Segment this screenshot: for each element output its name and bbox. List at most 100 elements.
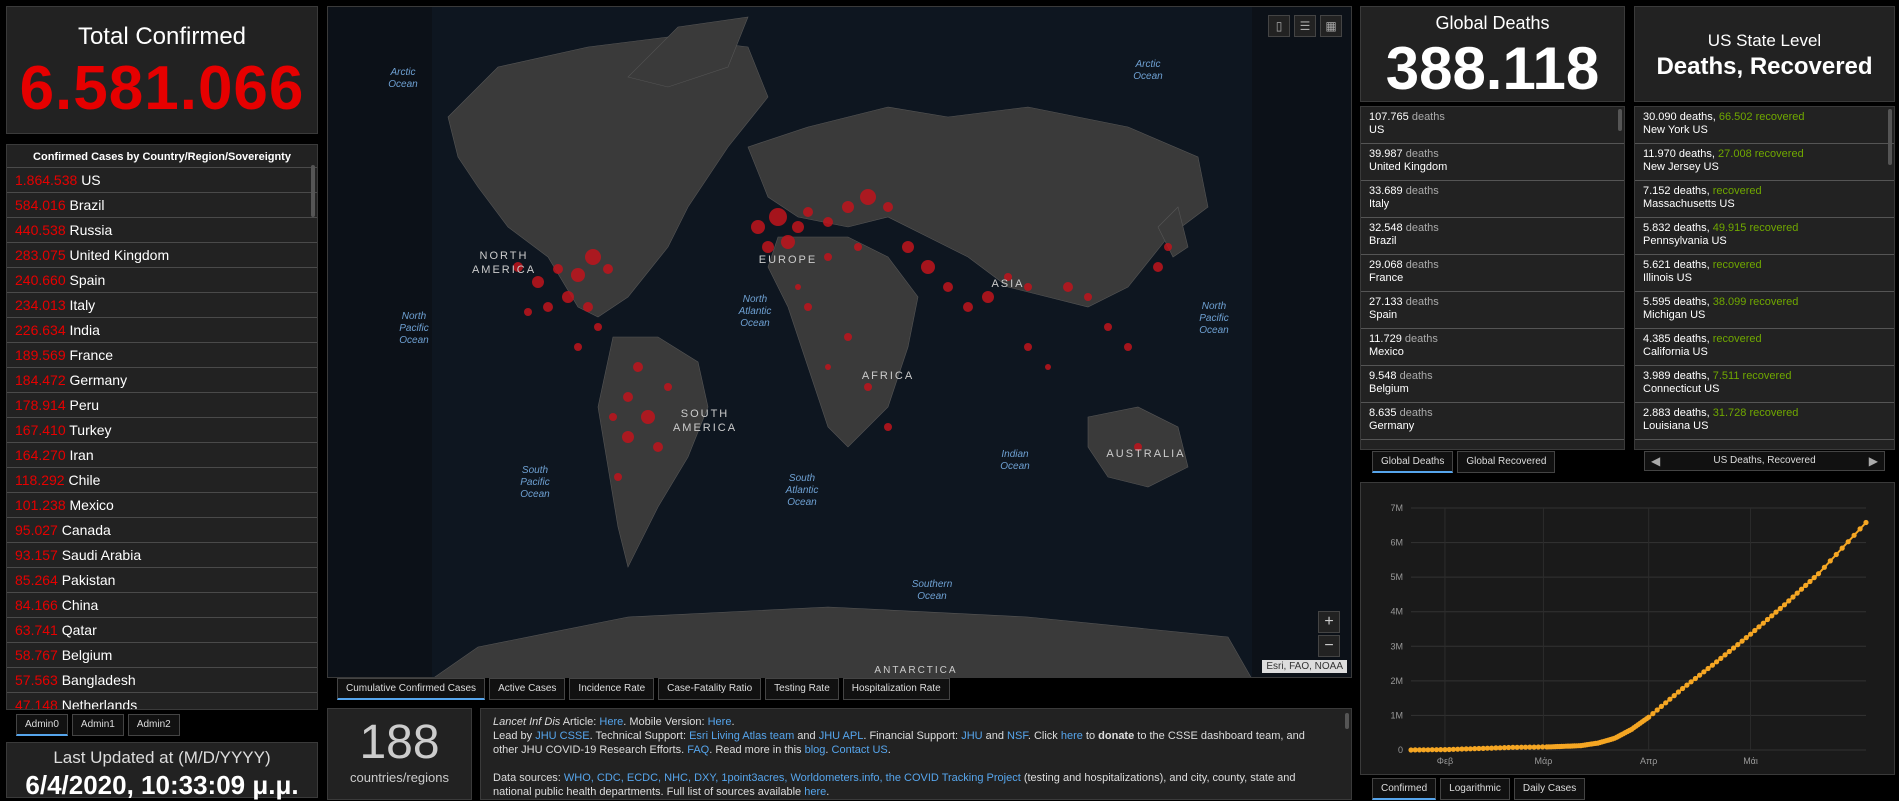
- country-row[interactable]: 189.569 France: [7, 342, 317, 367]
- confirmed-point: [1654, 707, 1660, 713]
- death-count: 8.635: [1369, 407, 1397, 419]
- us-state-row[interactable]: 5.832 deaths, 49.915 recovered Pennsylvan…: [1635, 218, 1894, 255]
- us-state-row[interactable]: 4.385 deaths, recovered California US: [1635, 329, 1894, 366]
- legend-list-icon[interactable]: ☰: [1294, 15, 1316, 37]
- jhu-apl-link[interactable]: JHU APL: [819, 730, 864, 742]
- zoom-in-button[interactable]: +: [1318, 611, 1340, 633]
- tab-logarithmic[interactable]: Logarithmic: [1440, 778, 1510, 800]
- us-state-name: Illinois US: [1643, 272, 1692, 284]
- country-count: 95.027: [15, 522, 58, 538]
- country-row[interactable]: 95.027 Canada: [7, 517, 317, 542]
- us-state-row[interactable]: 7.152 deaths, recovered Massachusetts US: [1635, 181, 1894, 218]
- country-row[interactable]: 101.238 Mexico: [7, 492, 317, 517]
- country-row[interactable]: 93.157 Saudi Arabia: [7, 542, 317, 567]
- tab-cumulative-confirmed[interactable]: Cumulative Confirmed Cases: [337, 678, 486, 700]
- donate-link[interactable]: here: [1061, 730, 1083, 742]
- death-count: 11.729: [1369, 333, 1402, 345]
- death-row[interactable]: 39.987 deaths United Kingdom: [1361, 144, 1624, 181]
- tab-case-fatality[interactable]: Case-Fatality Ratio: [658, 678, 762, 700]
- faq-link[interactable]: FAQ: [687, 744, 709, 756]
- country-count: 226.634: [15, 322, 66, 338]
- chevron-left-icon[interactable]: ◀: [1651, 452, 1660, 470]
- confirmed-point: [1777, 605, 1783, 612]
- country-row[interactable]: 58.767 Belgium: [7, 642, 317, 667]
- death-row[interactable]: 32.548 deaths Brazil: [1361, 218, 1624, 255]
- chevron-right-icon[interactable]: ▶: [1869, 452, 1878, 470]
- us-list-scrollbar[interactable]: [1888, 109, 1892, 165]
- confirmed-point: [1650, 711, 1656, 717]
- country-row[interactable]: 226.634 India: [7, 317, 317, 342]
- country-row[interactable]: 240.660 Spain: [7, 267, 317, 292]
- world-map[interactable]: Arctic Ocean Arctic Ocean NORTH AMERICA EUR…: [327, 6, 1352, 678]
- contact-link[interactable]: Contact US: [832, 744, 888, 756]
- tab-active-cases[interactable]: Active Cases: [489, 678, 566, 700]
- us-state-row[interactable]: 2.883 deaths, 31.728 recovered Louisiana …: [1635, 403, 1894, 440]
- us-state-row[interactable]: 11.970 deaths, 27.008 recovered New Jerse…: [1635, 144, 1894, 181]
- label-antarctica: ANTARCTICA: [874, 665, 957, 676]
- country-list-scrollbar[interactable]: [311, 165, 315, 217]
- esri-link[interactable]: Esri Living Atlas team: [689, 730, 794, 742]
- country-row[interactable]: 118.292 Chile: [7, 467, 317, 492]
- death-row[interactable]: 11.729 deaths Mexico: [1361, 329, 1624, 366]
- us-state-row[interactable]: 3.989 deaths, 7.511 recovered Connecticut…: [1635, 366, 1894, 403]
- us-recovered-count: 27.008: [1718, 148, 1752, 160]
- tab-admin2[interactable]: Admin2: [127, 714, 180, 736]
- jhu-link[interactable]: JHU: [961, 730, 982, 742]
- death-row[interactable]: 8.635 deaths Germany: [1361, 403, 1624, 440]
- tab-admin1[interactable]: Admin1: [71, 714, 124, 736]
- country-count: 58.767: [15, 647, 58, 663]
- tab-testing-rate[interactable]: Testing Rate: [765, 678, 839, 700]
- country-row[interactable]: 440.538 Russia: [7, 217, 317, 242]
- death-row[interactable]: 29.068 deaths France: [1361, 255, 1624, 292]
- country-name: India: [69, 322, 100, 338]
- death-row[interactable]: 9.548 deaths Belgium: [1361, 366, 1624, 403]
- country-row[interactable]: 57.563 Bangladesh: [7, 667, 317, 692]
- mobile-link[interactable]: Here: [708, 716, 732, 728]
- country-row[interactable]: 584.016 Brazil: [7, 192, 317, 217]
- country-row[interactable]: 164.270 Iran: [7, 442, 317, 467]
- basemap-grid-icon[interactable]: ▦: [1320, 15, 1342, 37]
- country-row[interactable]: 1.864.538 US: [7, 167, 317, 192]
- zoom-out-button[interactable]: −: [1318, 635, 1340, 657]
- us-death-count: 5.832: [1643, 222, 1671, 234]
- death-row[interactable]: 33.689 deaths Italy: [1361, 181, 1624, 218]
- article-link[interactable]: Here: [599, 716, 623, 728]
- tab-admin0[interactable]: Admin0: [16, 714, 68, 736]
- tab-global-recovered[interactable]: Global Recovered: [1457, 451, 1556, 473]
- sources-link[interactable]: here: [804, 786, 826, 798]
- us-recovered-count: 49.915: [1712, 222, 1747, 234]
- x-tick-label: Φεβ: [1437, 756, 1453, 766]
- deaths-list-scrollbar[interactable]: [1618, 109, 1622, 131]
- jhu-csse-link[interactable]: JHU CSSE: [535, 730, 589, 742]
- country-count: 178.914: [15, 397, 66, 413]
- death-row[interactable]: 27.133 deaths Spain: [1361, 292, 1624, 329]
- us-state-row[interactable]: 5.595 deaths, 38.099 recovered Michigan U…: [1635, 292, 1894, 329]
- country-row[interactable]: 234.013 Italy: [7, 292, 317, 317]
- info-scrollbar[interactable]: [1345, 713, 1349, 729]
- us-death-unit: deaths,: [1673, 407, 1710, 419]
- us-state-row[interactable]: 5.621 deaths, recovered Illinois US: [1635, 255, 1894, 292]
- tab-daily-cases[interactable]: Daily Cases: [1513, 778, 1586, 800]
- us-state-row[interactable]: 30.090 deaths, 66.502 recovered New York …: [1635, 107, 1894, 144]
- tab-hospitalization-rate[interactable]: Hospitalization Rate: [842, 678, 950, 700]
- country-count: 118.292: [15, 472, 65, 488]
- bookmark-icon[interactable]: ▯: [1268, 15, 1290, 37]
- tab-global-deaths[interactable]: Global Deaths: [1372, 451, 1454, 473]
- data-sources-links[interactable]: WHO, CDC, ECDC, NHC, DXY, 1point3acres, …: [564, 772, 1021, 784]
- death-row[interactable]: 107.765 deaths US: [1361, 107, 1624, 144]
- country-name: Pakistan: [61, 572, 116, 588]
- country-row[interactable]: 63.741 Qatar: [7, 617, 317, 642]
- country-row[interactable]: 85.264 Pakistan: [7, 567, 317, 592]
- country-row[interactable]: 178.914 Peru: [7, 392, 317, 417]
- country-row[interactable]: 84.166 China: [7, 592, 317, 617]
- country-row[interactable]: 167.410 Turkey: [7, 417, 317, 442]
- country-row[interactable]: 47.148 Netherlands: [7, 692, 317, 709]
- tab-incidence-rate[interactable]: Incidence Rate: [569, 678, 655, 700]
- nsf-link[interactable]: NSF: [1007, 730, 1028, 742]
- confirmed-point: [1769, 613, 1775, 619]
- country-row[interactable]: 184.472 Germany: [7, 367, 317, 392]
- tab-confirmed[interactable]: Confirmed: [1372, 778, 1437, 800]
- us-recovered-unit: recovered: [1749, 296, 1799, 308]
- blog-link[interactable]: blog: [805, 744, 826, 756]
- country-row[interactable]: 283.075 United Kingdom: [7, 242, 317, 267]
